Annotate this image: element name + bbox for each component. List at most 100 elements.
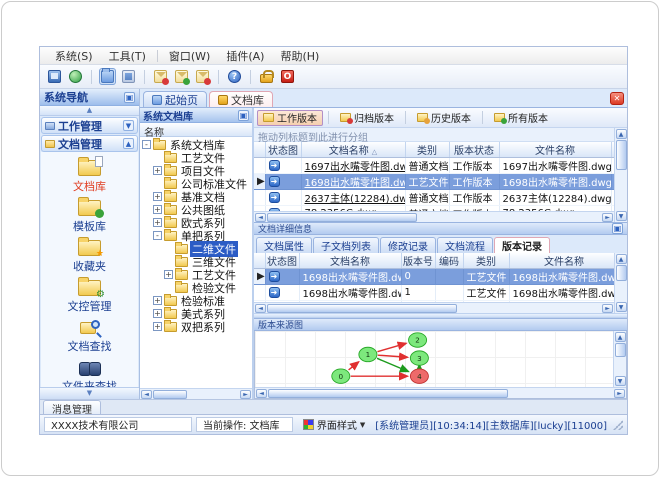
table-row-selected[interactable]: ▶ ➜ 1698出水嘴零件图.dwg 0 工艺文件 1698出水嘴零件图.dwg… [254,268,614,285]
col-version-state[interactable]: 版本状态 [449,142,500,158]
col-version-no[interactable]: 版本号 [401,253,436,269]
versions-horizontal-scrollbar[interactable]: ◄ ► [254,302,614,313]
lock-button[interactable] [258,68,275,85]
interface-style-button[interactable]: 界面样式 ▼ [297,417,371,432]
col-doc-name[interactable]: 文档名称 [301,142,406,158]
graph-horizontal-scrollbar[interactable]: ◄ ► [255,387,626,398]
menu-window[interactable]: 窗口(W) [162,47,217,65]
network-button[interactable] [67,68,84,85]
scrollbar-thumb[interactable] [267,303,457,313]
sidebar-collapse-strip[interactable]: ▲ [40,106,139,116]
col-status[interactable]: 状态图 [265,253,300,269]
scroll-right-icon[interactable]: ► [614,388,625,398]
tab-document-library[interactable]: 文档库 [209,91,273,107]
scroll-left-icon[interactable]: ◄ [141,389,152,399]
table-row-selected[interactable]: ▶ ➜ 1698出水嘴零件图.dwg 工艺文件 工作版本 1698出水嘴零件图.… [254,173,614,190]
graph-vertical-scrollbar[interactable]: ▲ ▼ [613,331,626,387]
pin-icon[interactable]: ▣ [238,109,249,121]
help-button[interactable]: ? [226,68,243,85]
menu-tools[interactable]: 工具(T) [102,47,153,65]
tab-version-records[interactable]: 版本记录 [494,237,550,253]
tree-expander-icon[interactable] [153,218,162,227]
col-file-name[interactable]: 文件名称 [499,142,612,158]
scrollbar-thumb[interactable] [267,212,417,222]
mail-delete-button[interactable] [194,68,211,85]
all-versions-button[interactable]: 所有版本 [488,110,554,126]
menu-system[interactable]: 系统(S) [48,47,100,65]
chevron-up-icon[interactable]: ▲ [123,138,134,149]
chevron-down-icon[interactable]: ▼ [123,120,134,131]
archived-version-button[interactable]: 归档版本 [334,110,400,126]
tree-node[interactable]: 双把系列 [140,319,252,334]
sidebar-item-doc-control[interactable]: ⚙ 文控管理 [44,277,136,317]
col-code[interactable]: 编码 [435,253,464,269]
scroll-down-icon[interactable]: ▼ [615,211,627,221]
version-graph-canvas[interactable]: 0 1 2 3 4 [255,331,613,387]
sidebar-expand-strip[interactable]: ▼ [40,387,139,399]
mail-button[interactable] [152,68,169,85]
scroll-right-icon[interactable]: ► [240,389,251,399]
scroll-down-icon[interactable]: ▼ [615,302,627,312]
sidebar-item-folder-search[interactable]: 文件夹查找 [44,358,136,387]
menu-help[interactable]: 帮助(H) [273,47,326,65]
tree-expander-icon[interactable] [142,140,151,149]
pin-icon[interactable]: ▣ [612,223,623,234]
workspace-button[interactable] [120,68,137,85]
tree-expander-icon[interactable] [153,231,162,240]
tab-start-page[interactable]: 起始页 [143,91,207,107]
tree-expander-icon[interactable] [164,270,173,279]
scroll-right-icon[interactable]: ► [602,303,613,313]
scroll-left-icon[interactable]: ◄ [255,303,266,313]
table-row[interactable]: ➜ 1698出水嘴零件图.dwg 1 工艺文件 1698出水嘴零件图.dwg 7… [254,284,614,301]
col-doc-name[interactable]: 文档名称 [299,253,402,269]
history-version-button[interactable]: 历史版本 [411,110,477,126]
table-row[interactable]: ➜ 2637主体(12284).dwg 普通文档 工作版本 2637主体(122… [254,189,614,206]
tab-message-management[interactable]: 消息管理 [43,400,101,416]
tree-expander-icon[interactable] [153,309,162,318]
table-row[interactable]: ➜ 1697出水嘴零件图.dwg 普通文档 工作版本 1697出水嘴零件图.dw… [254,157,614,174]
tree-column-header[interactable]: 名称 [140,123,252,139]
documents-vertical-scrollbar[interactable]: ▲ ▼ [614,128,627,222]
tree-horizontal-scrollbar[interactable]: ◄ ► [140,388,252,399]
scrollbar-thumb[interactable] [268,388,508,398]
sidebar-item-template-library[interactable]: 模板库 [44,197,136,237]
exit-button[interactable]: O [279,68,296,85]
scrollbar-thumb[interactable] [153,389,187,399]
tree-expander-icon[interactable] [153,166,162,175]
group-document-management[interactable]: 文档管理 ▲ [41,135,138,152]
tree-expander-icon[interactable] [153,296,162,305]
close-tab-button[interactable]: ✕ [610,92,624,105]
versions-vertical-scrollbar[interactable]: ▲ ▼ [614,253,627,313]
scroll-left-icon[interactable]: ◄ [255,212,266,222]
scrollbar-thumb[interactable] [615,265,627,281]
working-version-button[interactable]: 工作版本 [257,109,323,126]
col-status[interactable]: 状态图 [265,142,302,158]
sidebar-item-doc-search[interactable]: 文档查找 [44,318,136,357]
scroll-up-icon[interactable]: ▲ [615,129,627,139]
scrollbar-thumb[interactable] [615,140,627,170]
col-category[interactable]: 类别 [463,253,510,269]
col-file-name[interactable]: 文件名称 [509,253,614,269]
scroll-up-icon[interactable]: ▲ [614,332,626,342]
scroll-left-icon[interactable]: ◄ [256,388,267,398]
tree-expander-icon[interactable] [153,205,162,214]
tree-expander-icon[interactable] [153,322,162,331]
tree-expander-icon[interactable] [153,192,162,201]
sidebar-item-favorites[interactable]: ★ 收藏夹 [44,237,136,277]
group-work-management[interactable]: 工作管理 ▼ [41,117,138,134]
scrollbar-thumb[interactable] [614,343,626,357]
pin-icon[interactable]: ▣ [124,91,135,103]
resize-grip[interactable] [613,419,623,430]
mail-send-button[interactable] [173,68,190,85]
col-category[interactable]: 类别 [405,142,450,158]
scroll-down-icon[interactable]: ▼ [614,376,626,386]
scroll-up-icon[interactable]: ▲ [615,254,627,264]
documents-horizontal-scrollbar[interactable]: ◄ ► [254,211,614,222]
sidebar-item-document-library[interactable]: 文档库 [44,156,136,197]
tab-modify-records[interactable]: 修改记录 [380,237,436,253]
tab-doc-flow[interactable]: 文档流程 [437,237,493,253]
workstation-button[interactable] [46,68,63,85]
tab-subdoc-list[interactable]: 子文档列表 [313,237,379,253]
scroll-right-icon[interactable]: ► [602,212,613,222]
menu-plugins[interactable]: 插件(A) [219,47,271,65]
